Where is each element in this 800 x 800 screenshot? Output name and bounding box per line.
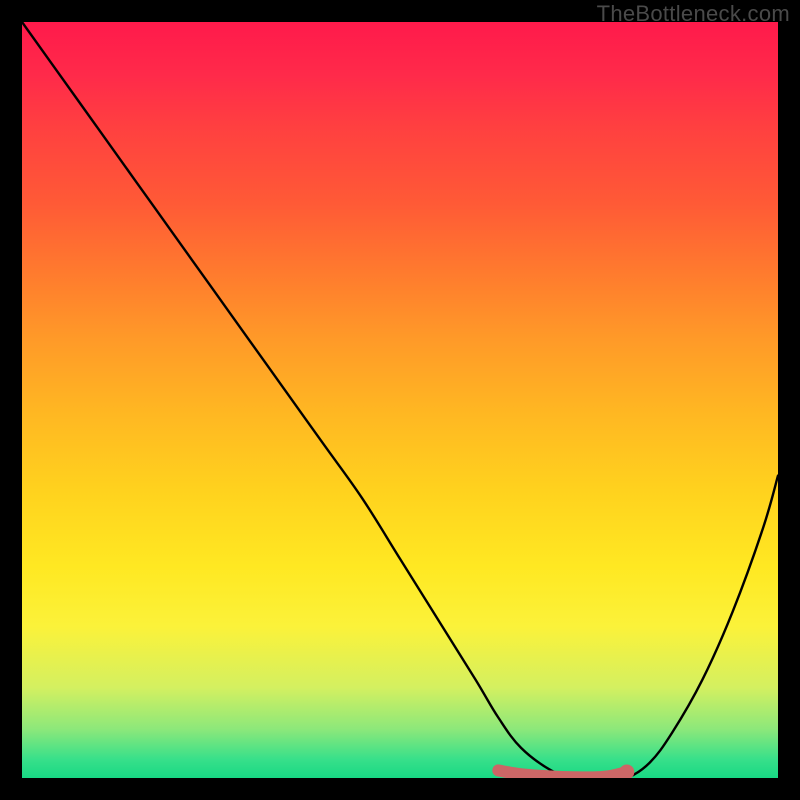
optimal-end-marker xyxy=(619,764,634,778)
optimal-region-path xyxy=(498,770,627,777)
chart-stage: TheBottleneck.com xyxy=(0,0,800,800)
bottleneck-curve xyxy=(22,22,778,778)
bottleneck-curve-path xyxy=(22,22,778,778)
curve-layer xyxy=(22,22,778,778)
optimal-region xyxy=(498,764,634,778)
plot-area xyxy=(22,22,778,778)
